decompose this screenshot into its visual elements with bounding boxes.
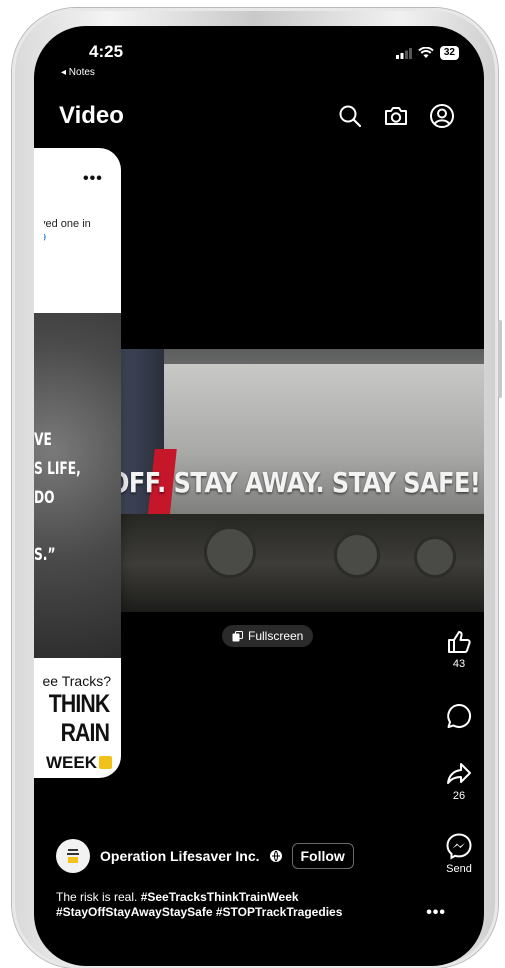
share-icon [447, 763, 471, 784]
card-quote-line: S LIFE, [34, 459, 81, 479]
card-quote-line: VE [34, 430, 52, 450]
card-snippet-line: ved one in [44, 218, 91, 230]
status-icons: 32 [395, 46, 459, 60]
phone-frame: 4:25 ◂ Notes 32 Video STAY OFF. STAY AWA… [12, 8, 502, 968]
fullscreen-label: Fullscreen [248, 629, 304, 643]
card-snippet-link[interactable]: 9 [44, 231, 117, 245]
profile-icon[interactable] [428, 102, 456, 130]
logo-line: ee Tracks? [42, 673, 111, 689]
send-button[interactable]: Send [439, 832, 479, 875]
train-wheel [414, 536, 456, 578]
globe-icon [269, 850, 282, 862]
post-author-row: Operation Lifesaver Inc. Follow [56, 839, 354, 873]
wifi-icon [418, 47, 434, 58]
back-to-notes-link[interactable]: ◂ Notes [61, 67, 95, 78]
see-tracks-think-train-logo: ee Tracks? THINK RAIN WEEK [34, 673, 121, 773]
follow-button[interactable]: Follow [291, 843, 354, 869]
operation-lifesaver-logo-icon [67, 849, 79, 863]
card-quote-line: DO [34, 488, 55, 508]
camera-icon[interactable] [382, 102, 410, 130]
thumbs-up-icon [448, 631, 471, 653]
card-more-options-button[interactable]: ••• [83, 170, 103, 188]
previous-post-card[interactable]: ••• ved one in 9 VE S LIFE, DO S.” ee Tr… [34, 148, 121, 778]
battery-indicator: 32 [439, 46, 459, 60]
header-actions [336, 102, 456, 130]
fullscreen-icon [232, 630, 243, 641]
like-button[interactable]: 43 [439, 629, 479, 670]
signal-icon [395, 47, 412, 59]
comment-icon [447, 703, 471, 728]
post-caption: The risk is real. #SeeTracksThinkTrainWe… [56, 890, 416, 920]
logo-mark [99, 756, 112, 769]
screen: 4:25 ◂ Notes 32 Video STAY OFF. STAY AWA… [34, 26, 484, 966]
card-text-snippet: ved one in 9 [44, 217, 121, 245]
author-name[interactable]: Operation Lifesaver Inc. [100, 848, 260, 864]
train-wheel [334, 532, 380, 578]
caption-text: The risk is real. [56, 890, 141, 904]
card-quote-line: S.” [34, 545, 56, 565]
like-count: 43 [452, 658, 466, 670]
author-avatar[interactable] [56, 839, 90, 873]
logo-line: THINK [48, 690, 110, 718]
share-button[interactable]: 26 [439, 761, 479, 802]
caption-hashtag-link[interactable]: #SeeTracksThinkTrainWeek [141, 890, 299, 904]
fullscreen-button[interactable]: Fullscreen [222, 625, 314, 647]
comment-button[interactable] [439, 702, 479, 730]
caption-hashtag-link[interactable]: #StayOffStayAwayStaySafe #STOPTrackTrage… [56, 905, 342, 919]
more-options-button[interactable]: ••• [426, 904, 446, 922]
search-icon[interactable] [336, 102, 364, 130]
logo-line: RAIN [60, 719, 109, 747]
send-label: Send [446, 863, 472, 875]
page-title: Video [59, 102, 124, 129]
status-time: 4:25 [89, 42, 124, 61]
card-quote-text: VE S LIFE, DO S.” [34, 426, 81, 570]
messenger-icon [446, 833, 472, 860]
power-button [498, 320, 502, 398]
train-wheel [204, 526, 256, 578]
share-count: 26 [452, 790, 466, 802]
logo-line: WEEK [46, 753, 97, 772]
